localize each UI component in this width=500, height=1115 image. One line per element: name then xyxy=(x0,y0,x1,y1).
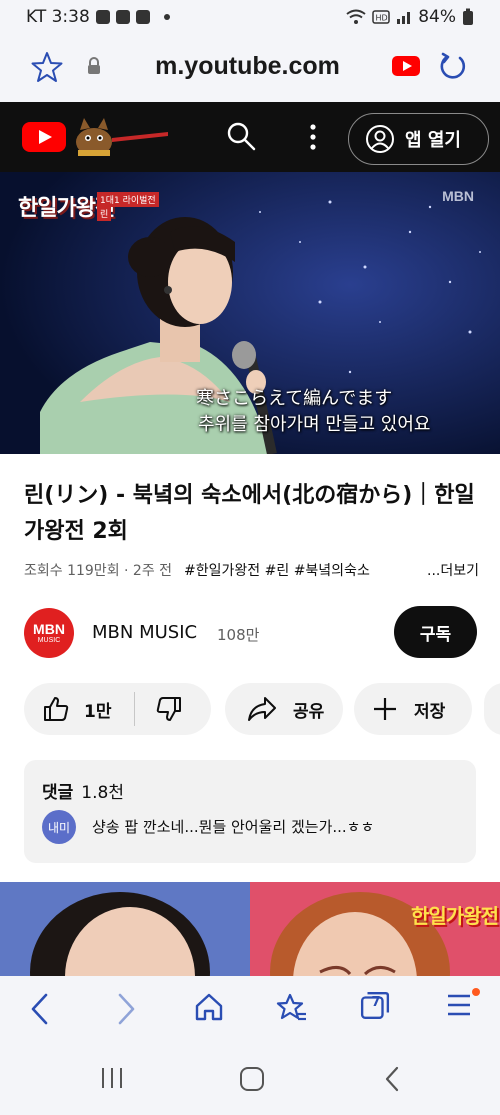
recent-apps-icon[interactable] xyxy=(100,1066,124,1090)
carrier-time: KT 3:38 xyxy=(26,7,90,27)
comments-label: 댓글 xyxy=(42,783,74,803)
battery-percent: 84% xyxy=(418,7,456,27)
more-notifications-dot xyxy=(163,14,170,20)
share-label: 공유 xyxy=(293,701,325,722)
tab-count: 7 xyxy=(371,995,381,1010)
views-date: 조회수 119만회 · 2주 전 xyxy=(24,563,173,579)
bookmarks-icon[interactable] xyxy=(276,992,308,1024)
comments-count: 1.8천 xyxy=(81,783,124,803)
chat-icon xyxy=(115,10,130,24)
next-show-logo: 한일가왕전 xyxy=(411,904,499,928)
save-label: 저장 xyxy=(414,701,446,722)
system-back-icon[interactable] xyxy=(383,1066,401,1092)
subscriber-count: 108만 xyxy=(217,626,260,644)
menu-icon[interactable] xyxy=(446,992,472,1018)
wifi-icon xyxy=(346,9,366,24)
open-app-label: 앱 열기 xyxy=(405,130,461,151)
app-icon xyxy=(135,10,150,24)
youtube-header: 앱 열기 xyxy=(0,102,500,172)
show-badge: 1대1 라이벌전 xyxy=(97,192,159,207)
video-player[interactable]: 한일가왕전 1대1 라이벌전 린 MBN 寒さこらえて編んでます 추위를 참아가… xyxy=(0,172,500,454)
home-icon[interactable] xyxy=(194,992,224,1022)
notification-icon xyxy=(95,10,110,24)
system-home-icon[interactable] xyxy=(239,1066,265,1092)
reload-icon[interactable] xyxy=(438,52,468,82)
save-button[interactable]: 저장 xyxy=(354,683,472,735)
action-bar: 1만 공유 저장 xyxy=(24,683,500,735)
share-button[interactable]: 공유 xyxy=(225,683,343,735)
youtube-app-icon[interactable] xyxy=(392,56,420,76)
hashtags[interactable]: #한일가왕전 #린 #북녘의숙소 xyxy=(184,560,423,580)
comments-panel[interactable]: 댓글 1.8천 내미 샹송 팝 깐소네...뭔들 안어울리 겠는가...ㅎㅎ xyxy=(24,760,476,863)
thumbs-up-icon xyxy=(44,697,69,721)
like-count: 1만 xyxy=(84,701,112,722)
browser-address-bar: m.youtube.com xyxy=(0,34,500,102)
channel-avatar[interactable]: MBN MUSIC xyxy=(24,608,74,658)
top-comment: 샹송 팝 깐소네...뭔들 안어울리 겠는가...ㅎㅎ xyxy=(92,818,375,836)
url-text[interactable]: m.youtube.com xyxy=(120,52,375,81)
youtube-logo[interactable] xyxy=(22,122,66,152)
video-meta[interactable]: 조회수 119만회 · 2주 전 #한일가왕전 #린 #북녘의숙소 ...더보기 xyxy=(24,560,479,580)
dislike-button[interactable] xyxy=(135,683,183,735)
next-video-thumbnail[interactable]: 한일가왕전 xyxy=(0,882,500,976)
doodle-image xyxy=(76,118,168,156)
more-actions-button[interactable] xyxy=(484,683,500,735)
plus-icon xyxy=(374,698,396,720)
channel-watermark: MBN xyxy=(442,188,474,204)
more-options-icon[interactable] xyxy=(303,122,323,152)
channel-row: MBN MUSIC MBN MUSIC 108만 구독 xyxy=(0,604,500,664)
singer-badge: 린 xyxy=(97,206,112,221)
browser-toolbar: 7 xyxy=(0,976,500,1042)
open-app-button[interactable]: 앱 열기 xyxy=(348,113,489,165)
hd-icon: HD xyxy=(372,10,390,24)
system-navigation-bar xyxy=(0,1042,500,1115)
forward-icon[interactable] xyxy=(114,992,138,1026)
menu-notification-dot xyxy=(472,988,480,996)
subtitle-korean: 추위를 참아가며 만들고 있어요 xyxy=(198,414,431,435)
comments-header: 댓글 1.8천 xyxy=(42,778,124,803)
video-title[interactable]: 린(リン) - 북녘의 숙소에서(北の宿から)｜한일가왕전 2회 xyxy=(24,478,479,550)
avatar-subtext: MUSIC xyxy=(37,636,61,644)
thumbs-down-icon xyxy=(156,697,181,721)
more-link[interactable]: ...더보기 xyxy=(427,560,479,580)
account-icon xyxy=(366,125,394,153)
svg-text:HD: HD xyxy=(376,14,388,23)
commenter-avatar: 내미 xyxy=(42,810,76,844)
status-bar: KT 3:38 HD 84% xyxy=(0,0,500,34)
next-video-image xyxy=(0,882,500,976)
bookmark-star-icon[interactable] xyxy=(30,50,64,84)
like-button[interactable]: 1만 xyxy=(24,683,134,735)
subtitle-japanese: 寒さこらえて編んでます xyxy=(196,388,393,409)
share-icon xyxy=(248,697,276,721)
signal-icon xyxy=(397,12,411,24)
subscribe-button[interactable]: 구독 xyxy=(394,606,477,658)
like-dislike-pill: 1만 xyxy=(24,683,211,735)
channel-name[interactable]: MBN MUSIC xyxy=(92,622,197,643)
back-icon[interactable] xyxy=(28,992,52,1026)
lock-icon[interactable] xyxy=(86,56,102,76)
search-icon[interactable] xyxy=(225,120,257,152)
battery-icon xyxy=(463,8,473,25)
avatar-text: MBN xyxy=(33,620,65,637)
